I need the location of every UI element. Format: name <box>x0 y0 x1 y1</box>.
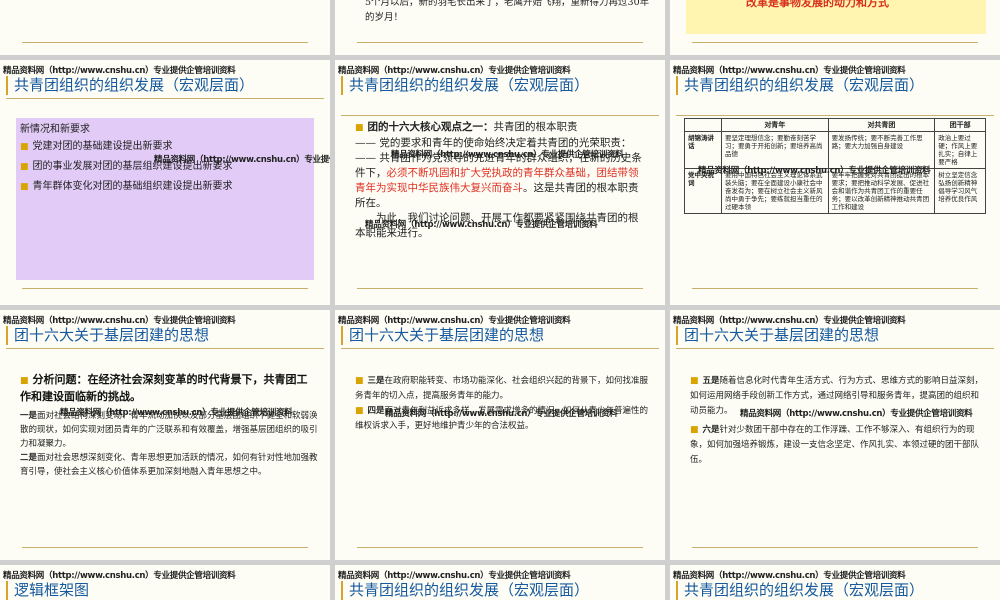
watermark: 精品资料网（http://www.cnshu.cn）专业提供企管培训资料 <box>154 155 330 165</box>
paragraph: —— 共青团作为党领导的先进青年的群众组织，在新的历史条件下，必须不断巩固和扩大… <box>355 152 642 209</box>
list-item: ■ 青年群体变化对团的基础组织建设提出新要求 <box>20 181 233 192</box>
paragraph: ■ 六是针对少数团干部中存在的工作浮躁、工作不够深入、有组织行为的现象，如何加强培… <box>690 425 980 465</box>
slide-footer-line <box>357 42 643 43</box>
watermark: 精品资料网（http://www.cnshu.cn）专业提供企管培训资料 <box>673 571 906 581</box>
slide-title: 逻辑框架图 <box>6 581 326 600</box>
watermark: 精品资料网（http://www.cnshu.cn）专业提供企管培训资料 <box>3 316 236 326</box>
slide-1[interactable] <box>0 0 330 55</box>
watermark: 精品资料网（http://www.cnshu.cn）专业提供企管培训资料 <box>338 571 571 581</box>
table-row: 胡锦涛讲话 要坚定理想信念；要勤奋刻苦学习；要勇于开拓创新；要培养高尚品德 要发… <box>684 131 986 169</box>
slide-8[interactable]: 精品资料网（http://www.cnshu.cn）专业提供企管培训资料 团十六… <box>335 310 665 560</box>
slide-footer-line <box>22 42 308 43</box>
slide-footer-line <box>692 42 978 43</box>
table-header: 团干部 <box>934 118 986 132</box>
watermark: 精品资料网（http://www.cnshu.cn）专业提供企管培训资料 <box>3 66 236 76</box>
watermark: 精品资料网（http://www.cnshu.cn）专业提供企管培训资料 <box>3 571 236 581</box>
analysis-text: ■ 三是在政府职能转变、市场功能深化、社会组织兴起的背景下，如何找准服务青年的切入… <box>355 374 651 434</box>
core-point: ■ 团的十六大核心观点之一：共青团的根本职责 <box>355 121 578 133</box>
title-rule <box>341 348 659 349</box>
analysis-text: ■ 分析问题：在经济社会深刻变革的时代背景下，共青团工作和建设面临新的挑战。 一是… <box>20 372 318 479</box>
table-header <box>684 118 722 132</box>
box-heading: 新情况和新要求 <box>20 124 90 135</box>
watermark: 精品资料网（http://www.cnshu.cn）专业提供企管培训资料 <box>698 166 931 176</box>
slide-title: 团十六大关于基层团建的思想 <box>676 326 996 345</box>
title-rule <box>676 348 994 349</box>
title-rule <box>341 115 659 116</box>
slide-title: 共青团组织的组织发展（宏观层面） <box>676 76 944 95</box>
slide-5[interactable]: 精品资料网（http://www.cnshu.cn）专业提供企管培训资料 共青团… <box>335 60 665 305</box>
slide-2[interactable]: 5个月以后，新的羽毛长出来了，老鹰开始飞翔，重新得力再过30年的岁月！ <box>335 0 665 55</box>
slide-title: 共青团组织的组织发展（宏观层面） <box>341 76 609 95</box>
slide-footer-line <box>357 288 643 289</box>
table-header: 对共青团 <box>827 118 936 132</box>
watermark: 精品资料网（http://www.cnshu.cn）专业提供企管培训资料 <box>673 316 906 326</box>
slide-12[interactable]: 精品资料网（http://www.cnshu.cn）专业提供企管培训资料 共青团… <box>670 565 1000 600</box>
slide-title: 共青团组织的组织发展（宏观层面） <box>6 76 326 95</box>
slide-footer-line <box>692 547 978 548</box>
slide-footer-line <box>22 547 308 548</box>
highlight-text: 改革是事物发展的动力和方式 <box>746 0 889 9</box>
story-text: 5个月以后，新的羽毛长出来了，老鹰开始飞翔，重新得力再过30年的岁月！ <box>365 0 650 23</box>
title-rule <box>676 115 994 116</box>
requirements-box: 新情况和新要求 ■ 党建对团的基础建设提出新要求 ■ 团的事业发展对团的基层组织建设… <box>16 118 330 280</box>
table-header: 对青年 <box>721 118 829 132</box>
slide-7[interactable]: 精品资料网（http://www.cnshu.cn）专业提供企管培训资料 团十六… <box>0 310 330 560</box>
title-rule <box>6 98 324 99</box>
slide-title: 共青团组织的组织发展（宏观层面） <box>341 581 661 600</box>
slide-9[interactable]: 精品资料网（http://www.cnshu.cn）专业提供企管培训资料 团十六… <box>670 310 1000 560</box>
slide-11[interactable]: 精品资料网（http://www.cnshu.cn）专业提供企管培训资料 共青团… <box>335 565 665 600</box>
slide-10[interactable]: 精品资料网（http://www.cnshu.cn）专业提供企管培训资料 逻辑框… <box>0 565 330 600</box>
highlight-box: 改革是事物发展的动力和方式 <box>686 0 986 34</box>
watermark: 精品资料网（http://www.cnshu.cn）专业提供企管培训资料 <box>338 316 571 326</box>
slide-4[interactable]: 精品资料网（http://www.cnshu.cn）专业提供企管培训资料 共青团… <box>0 60 330 305</box>
watermark: 精品资料网（http://www.cnshu.cn）专业提供企管培训资料 <box>338 66 571 76</box>
watermark: 精品资料网（http://www.cnshu.cn）专业提供企管培训资料 <box>391 150 624 160</box>
slide-footer-line <box>357 547 643 548</box>
paragraph: ■ 三是在政府职能转变、市场功能深化、社会组织兴起的背景下，如何找准服务青年的切入… <box>355 376 649 401</box>
slide-footer-line <box>692 288 978 289</box>
title-rule <box>6 348 324 349</box>
slide-3[interactable]: 改革是事物发展的动力和方式 <box>670 0 1000 55</box>
watermark: 精品资料网（http://www.cnshu.cn）专业提供企管培训资料 <box>365 220 598 230</box>
slide-title: 团十六大关于基层团建的思想 <box>341 326 661 345</box>
paragraph: 二是面对社会思想深刻变化、青年思想更加活跃的情况，如何有针对性地加强教育引导，使… <box>20 453 318 477</box>
watermark: 精品资料网（http://www.cnshu.cn）专业提供企管培训资料 <box>385 409 618 419</box>
watermark: 精品资料网（http://www.cnshu.cn）专业提供企管培训资料 <box>740 409 973 419</box>
analysis-heading: ■ 分析问题：在经济社会深刻变革的时代背景下，共青团工作和建设面临新的挑战。 <box>20 373 308 403</box>
slide-title: 共青团组织的组织发展（宏观层面） <box>676 581 996 600</box>
slide-title: 团十六大关于基层团建的思想 <box>6 326 326 345</box>
slide-6[interactable]: 精品资料网（http://www.cnshu.cn）专业提供企管培训资料 共青团… <box>670 60 1000 305</box>
list-item: ■ 党建对团的基础建设提出新要求 <box>20 141 173 152</box>
analysis-text: ■ 五是随着信息化时代青年生活方式、行为方式、思维方式的影响日益深刻，如何运用网络… <box>690 374 986 468</box>
slide-footer-line <box>22 288 308 289</box>
watermark: 精品资料网（http://www.cnshu.cn）专业提供企管培训资料 <box>60 408 293 418</box>
watermark: 精品资料网（http://www.cnshu.cn）专业提供企管培训资料 <box>673 66 906 76</box>
